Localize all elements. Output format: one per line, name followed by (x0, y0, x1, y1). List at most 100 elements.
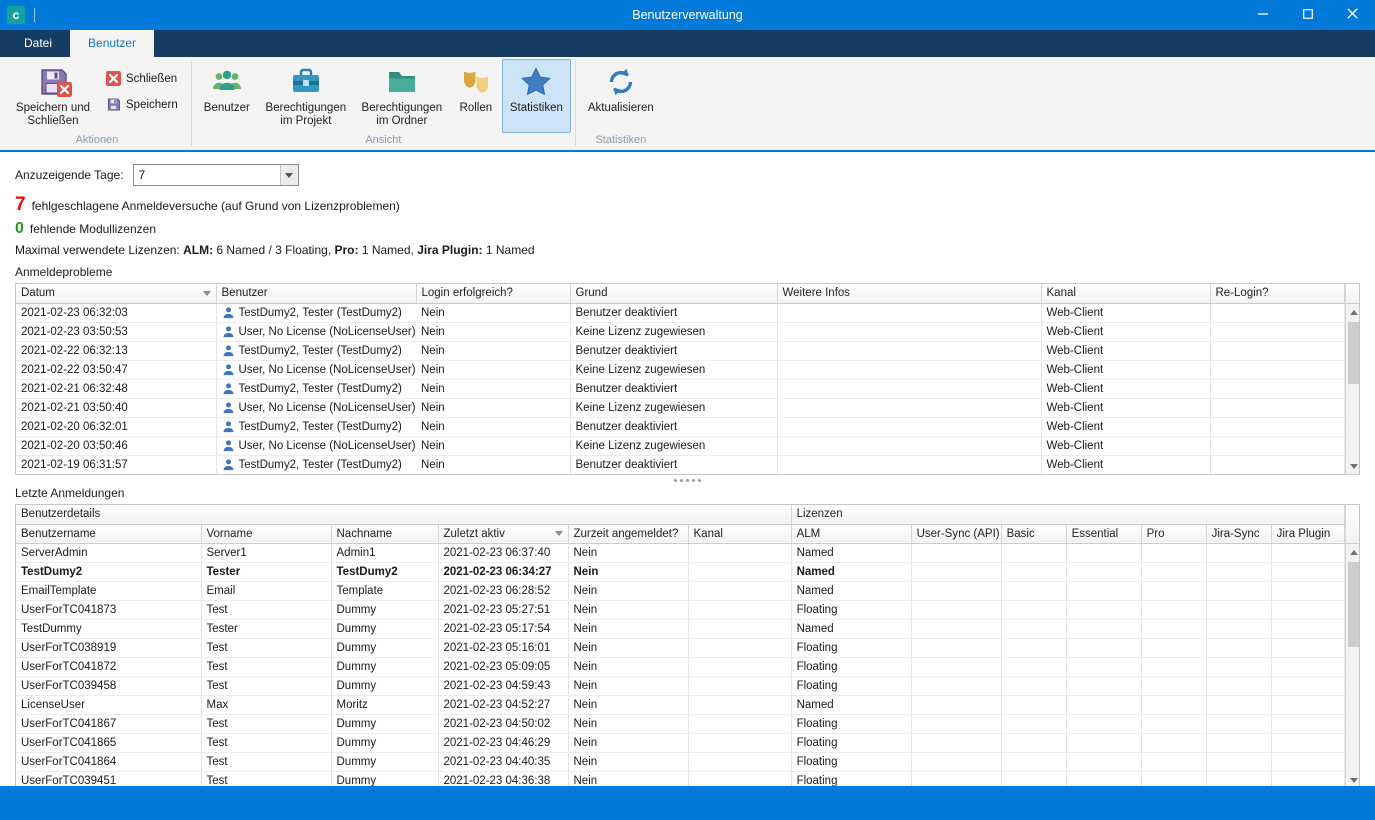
red-x-icon (106, 71, 121, 86)
login-problems-scrollbar[interactable] (1345, 284, 1361, 474)
scrollbar-thumb[interactable] (1348, 562, 1360, 647)
column-header[interactable]: Benutzername (16, 524, 201, 543)
table-row[interactable]: 2021-02-21 03:50:40User, No License (NoL… (16, 399, 1344, 418)
table-cell (1001, 771, 1066, 786)
table-cell: Named (791, 619, 911, 638)
column-header[interactable]: Basic (1001, 524, 1066, 543)
close-window-button[interactable] (1330, 0, 1375, 30)
table-row[interactable]: UserForTC041872TestDummy2021-02-23 05:09… (16, 657, 1344, 676)
table-row[interactable]: 2021-02-20 06:32:01TestDumy2, Tester (Te… (16, 418, 1344, 437)
column-header[interactable]: Zurzeit angemeldet? (568, 524, 688, 543)
statistiken-button[interactable]: Statistiken (502, 59, 571, 133)
column-header[interactable]: Login erfolgreich? (416, 284, 570, 303)
save-button[interactable]: Speichern (101, 95, 183, 114)
aktualisieren-button[interactable]: Aktualisieren (580, 59, 662, 133)
table-row[interactable]: 2021-02-23 03:50:53User, No License (NoL… (16, 323, 1344, 342)
table-cell: Test (201, 600, 331, 619)
table-row[interactable]: UserForTC039458TestDummy2021-02-23 04:59… (16, 676, 1344, 695)
last-logins-scrollbar[interactable] (1345, 505, 1360, 786)
scrollbar-track[interactable] (1346, 560, 1360, 772)
table-cell (688, 600, 791, 619)
scroll-down-button[interactable] (1346, 772, 1360, 786)
table-row[interactable]: 2021-02-23 06:32:03TestDumy2, Tester (Te… (16, 303, 1344, 323)
column-header[interactable]: ALM (791, 524, 911, 543)
berechtigungen-projekt-button[interactable]: Berechtigungen im Projekt (258, 59, 354, 133)
column-header[interactable]: Kanal (1041, 284, 1210, 303)
column-header[interactable]: Benutzer (216, 284, 416, 303)
user-cell-text: User, No License (NoLicenseUser) (239, 440, 416, 452)
column-header[interactable]: Datum (16, 284, 216, 303)
grid-splitter[interactable] (15, 475, 1360, 486)
column-header[interactable]: Pro (1141, 524, 1206, 543)
minimize-button[interactable] (1240, 0, 1285, 30)
tab-datei[interactable]: Datei (6, 30, 70, 57)
scroll-up-button[interactable] (1346, 304, 1361, 320)
column-header[interactable]: Zuletzt aktiv (438, 524, 568, 543)
maximize-button[interactable] (1285, 0, 1330, 30)
column-header[interactable]: Weitere Infos (777, 284, 1041, 303)
table-cell (1210, 303, 1344, 323)
table-row[interactable]: UserForTC041864TestDummy2021-02-23 04:40… (16, 752, 1344, 771)
table-row[interactable]: UserForTC039451TestDummy2021-02-23 04:36… (16, 771, 1344, 786)
table-cell: Named (791, 543, 911, 562)
table-cell: 2021-02-23 04:52:27 (438, 695, 568, 714)
table-cell: Nein (416, 456, 570, 475)
table-cell (1001, 638, 1066, 657)
user-group-icon (211, 66, 243, 98)
table-row[interactable]: TestDummyTesterDummy2021-02-23 05:17:54N… (16, 619, 1344, 638)
table-row[interactable]: 2021-02-22 03:50:47User, No License (NoL… (16, 361, 1344, 380)
days-select[interactable]: 7 (133, 164, 299, 186)
column-header[interactable]: Jira Plugin (1271, 524, 1344, 543)
table-cell: Nein (416, 342, 570, 361)
table-cell (1210, 323, 1344, 342)
column-header[interactable]: Essential (1066, 524, 1141, 543)
scroll-down-button[interactable] (1346, 458, 1361, 474)
table-cell (1206, 676, 1271, 695)
table-cell (1271, 676, 1344, 695)
table-cell (777, 380, 1041, 399)
scrollbar-thumb[interactable] (1348, 322, 1360, 384)
scroll-up-button[interactable] (1346, 544, 1360, 560)
table-row[interactable]: 2021-02-21 06:32:48TestDumy2, Tester (Te… (16, 380, 1344, 399)
column-header[interactable]: Grund (570, 284, 777, 303)
column-header[interactable]: Kanal (688, 524, 791, 543)
column-header[interactable]: Nachname (331, 524, 438, 543)
save-and-close-button[interactable]: Speichern und Schließen (7, 59, 99, 133)
table-row[interactable]: UserForTC038919TestDummy2021-02-23 05:16… (16, 638, 1344, 657)
chevron-down-icon[interactable] (280, 165, 298, 185)
table-cell: 2021-02-23 05:17:54 (438, 619, 568, 638)
table-row[interactable]: ServerAdminServer1Admin12021-02-23 06:37… (16, 543, 1344, 562)
table-cell: Nein (568, 733, 688, 752)
table-row[interactable]: UserForTC041867TestDummy2021-02-23 04:50… (16, 714, 1344, 733)
scrollbar-track[interactable] (1346, 320, 1361, 458)
table-cell: Keine Lizenz zugewiesen (570, 323, 777, 342)
column-header[interactable]: User-Sync (API) (911, 524, 1001, 543)
column-header[interactable]: Vorname (201, 524, 331, 543)
table-cell: 2021-02-21 06:32:48 (16, 380, 216, 399)
table-cell (1206, 638, 1271, 657)
table-row[interactable]: LicenseUserMaxMoritz2021-02-23 04:52:27N… (16, 695, 1344, 714)
table-cell (1210, 342, 1344, 361)
tab-benutzer[interactable]: Benutzer (70, 30, 154, 57)
close-button[interactable]: Schließen (101, 69, 183, 88)
table-row[interactable]: UserForTC041873TestDummy2021-02-23 05:27… (16, 600, 1344, 619)
table-row[interactable]: EmailTemplateEmailTemplate2021-02-23 06:… (16, 581, 1344, 600)
benutzer-button[interactable]: Benutzer (196, 59, 258, 133)
table-cell (911, 638, 1001, 657)
column-header-label: Zuletzt aktiv (444, 528, 505, 540)
table-cell: Keine Lizenz zugewiesen (570, 399, 777, 418)
table-cell (688, 676, 791, 695)
table-row[interactable]: 2021-02-22 06:32:13TestDumy2, Tester (Te… (16, 342, 1344, 361)
table-cell (1066, 676, 1141, 695)
rollen-button[interactable]: Rollen (450, 59, 502, 133)
table-row[interactable]: 2021-02-19 06:31:57TestDumy2, Tester (Te… (16, 456, 1344, 475)
column-header[interactable]: Jira-Sync (1206, 524, 1271, 543)
table-cell: Keine Lizenz zugewiesen (570, 437, 777, 456)
close-label: Schließen (126, 73, 177, 85)
berechtigungen-ordner-button[interactable]: Berechtigungen im Ordner (354, 59, 450, 133)
table-row[interactable]: TestDumy2TesterTestDumy22021-02-23 06:34… (16, 562, 1344, 581)
table-cell: Email (201, 581, 331, 600)
column-header[interactable]: Re-Login? (1210, 284, 1344, 303)
table-row[interactable]: UserForTC041865TestDummy2021-02-23 04:46… (16, 733, 1344, 752)
table-row[interactable]: 2021-02-20 03:50:46User, No License (NoL… (16, 437, 1344, 456)
